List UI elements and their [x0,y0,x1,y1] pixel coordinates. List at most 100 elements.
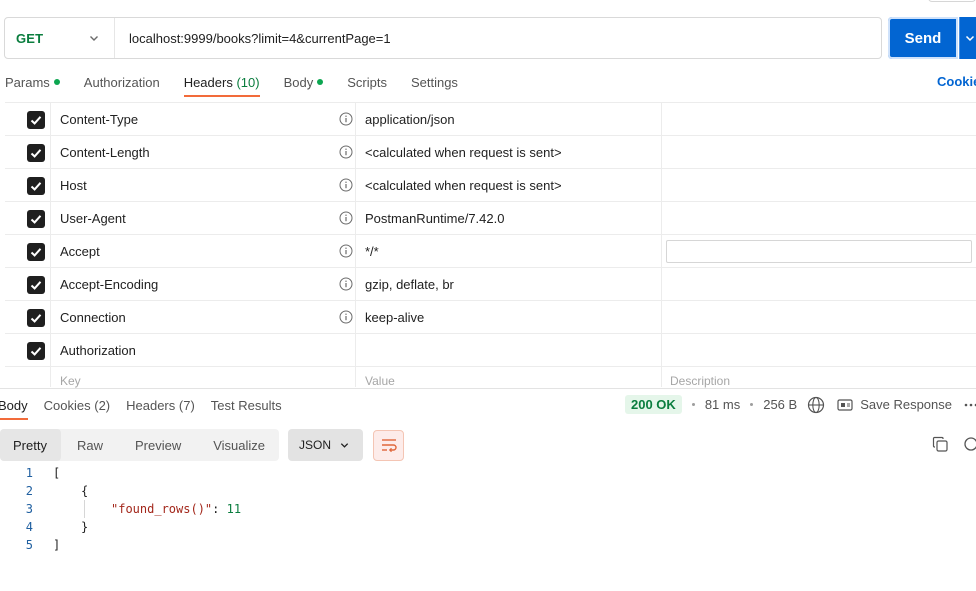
header-checkbox[interactable] [27,111,45,129]
response-time[interactable]: 81 ms [705,397,740,412]
top-right-button[interactable] [928,0,976,2]
view-mode-group: Pretty Raw Preview Visualize [0,429,280,461]
response-toolbar: Pretty Raw Preview Visualize JSON [0,429,405,461]
json-colon: : [212,502,227,516]
header-checkbox[interactable] [27,177,45,195]
code-text: } [81,520,89,534]
checkmark-icon [30,347,42,356]
tab-response-cookies[interactable]: Cookies (2) [44,392,110,418]
info-icon[interactable] [339,277,353,291]
header-key[interactable]: Content-Type [60,112,138,127]
table-row: Host <calculated when request is sent> [5,169,976,202]
line-number: 5 [25,538,33,552]
table-row: Accept-Encoding gzip, deflate, br [5,268,976,301]
header-key[interactable]: Content-Length [60,145,150,160]
wrap-lines-button[interactable] [373,429,405,461]
more-options-icon[interactable] [964,402,976,408]
chevron-down-icon [340,443,349,448]
tab-params[interactable]: Params [5,68,60,96]
view-raw[interactable]: Raw [61,429,119,461]
header-checkbox[interactable] [27,144,45,162]
tab-body[interactable]: Body [284,68,324,96]
tab-response-body[interactable]: Body [0,392,28,420]
header-value[interactable]: <calculated when request is sent> [365,145,562,160]
table-row: Content-Type application/json [5,103,976,136]
header-key[interactable]: User-Agent [60,211,126,226]
top-strip [0,0,976,14]
json-key: "found_rows()" [111,502,213,516]
tab-settings-label: Settings [410,74,458,90]
format-label: JSON [299,438,332,452]
checkmark-icon [30,248,42,257]
view-visualize[interactable]: Visualize [197,429,279,461]
tab-response-cookies-label: Cookies [43,397,91,413]
tab-scripts[interactable]: Scripts [347,68,387,96]
copy-icon[interactable] [932,436,949,453]
save-response-button[interactable]: Save Response [860,397,952,412]
checkmark-icon [30,314,42,323]
header-checkbox[interactable] [27,210,45,228]
line-number: 4 [25,520,33,534]
format-select[interactable]: JSON [288,429,364,461]
header-key[interactable]: Connection [60,310,126,325]
line-number: 3 [25,502,33,516]
cookies-count: (2) [94,397,111,413]
info-icon[interactable] [339,211,353,225]
table-row: Connection keep-alive [5,301,976,334]
info-icon[interactable] [339,244,353,258]
tab-test-results[interactable]: Test Results [211,392,282,418]
separator-dot [691,403,695,406]
header-key[interactable]: Accept [60,244,100,259]
key-input[interactable]: Key [60,374,81,388]
checkmark-icon [30,215,42,224]
header-checkbox[interactable] [27,276,45,294]
modified-dot [53,79,60,85]
header-value[interactable]: keep-alive [365,310,424,325]
view-preview[interactable]: Preview [119,429,197,461]
response-size[interactable]: 256 B [763,397,797,412]
info-icon[interactable] [339,310,353,324]
tab-authorization-label: Authorization [83,74,160,90]
description-input[interactable] [666,240,972,263]
send-button[interactable]: Send [888,17,958,59]
line-number: 2 [25,484,33,498]
search-icon[interactable] [963,436,976,453]
modified-dot [317,79,324,85]
method-select[interactable]: GET [5,18,115,58]
table-row: User-Agent PostmanRuntime/7.42.0 [5,202,976,235]
header-key[interactable]: Host [60,178,87,193]
tab-settings[interactable]: Settings [411,68,458,96]
tab-authorization[interactable]: Authorization [84,68,160,96]
description-input[interactable]: Description [670,374,730,388]
info-icon[interactable] [339,178,353,192]
header-key[interactable]: Authorization [60,343,136,358]
header-value[interactable]: */* [365,244,379,259]
header-value[interactable]: <calculated when request is sent> [365,178,562,193]
info-icon[interactable] [339,112,353,126]
cookies-link[interactable]: Cookies [937,74,976,89]
method-label: GET [16,30,44,46]
url-input[interactable]: localhost:9999/books?limit=4&currentPage… [115,31,391,46]
checkmark-icon [30,116,42,125]
header-checkbox[interactable] [27,309,45,327]
separator-dot [750,403,754,406]
send-options-button[interactable] [959,17,976,59]
tab-headers[interactable]: Headers (10) [183,68,260,97]
save-response-icon [837,398,853,411]
pane-divider[interactable] [0,388,976,389]
header-key[interactable]: Accept-Encoding [60,277,158,292]
header-checkbox[interactable] [27,342,45,360]
header-value[interactable]: application/json [365,112,455,127]
value-input[interactable]: Value [365,374,395,388]
globe-icon[interactable] [807,396,825,414]
tab-response-headers[interactable]: Headers (7) [126,392,195,418]
header-value[interactable]: PostmanRuntime/7.42.0 [365,211,504,226]
table-row: Authorization [5,334,976,367]
view-pretty[interactable]: Pretty [0,429,61,461]
request-tabs: Params Authorization Headers (10) Body S… [0,68,482,98]
table-row: Accept */* [5,235,976,268]
header-value[interactable]: gzip, deflate, br [365,277,454,292]
info-icon[interactable] [339,145,353,159]
header-checkbox[interactable] [27,243,45,261]
status-badge[interactable]: 200 OK [625,395,682,414]
